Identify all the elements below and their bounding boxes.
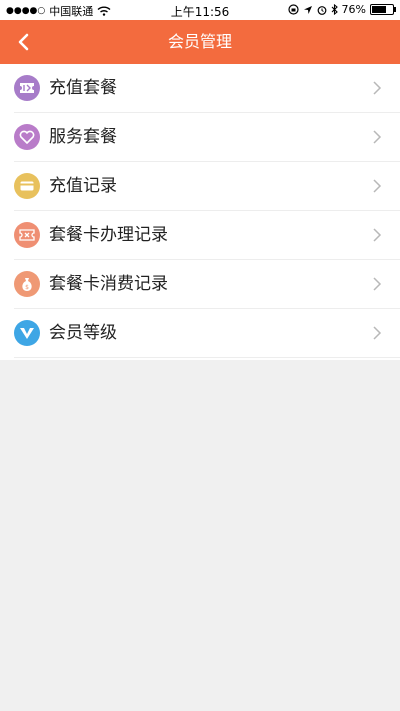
menu-item-label: 充值套餐 bbox=[49, 78, 117, 98]
menu-item-service-package[interactable]: 服务套餐 bbox=[14, 113, 400, 162]
location-icon bbox=[303, 5, 312, 14]
menu-item-recharge-package[interactable]: 充值套餐 bbox=[14, 64, 400, 113]
menu-item-label: 套餐卡消费记录 bbox=[49, 274, 168, 294]
back-button[interactable] bbox=[12, 30, 36, 54]
menu-item-member-level[interactable]: 会员等级 bbox=[14, 309, 400, 358]
vip-icon bbox=[14, 320, 40, 346]
battery-icon bbox=[370, 4, 396, 15]
menu-item-card-application-records[interactable]: 套餐卡办理记录 bbox=[14, 211, 400, 260]
card-icon bbox=[14, 173, 40, 199]
menu-item-label: 会员等级 bbox=[49, 323, 117, 343]
menu-item-card-consumption-records[interactable]: $ 套餐卡消费记录 bbox=[14, 260, 400, 309]
menu-item-label: 套餐卡办理记录 bbox=[49, 225, 168, 245]
orientation-lock-icon bbox=[287, 4, 299, 15]
alarm-icon bbox=[317, 5, 326, 15]
status-right: 76% bbox=[287, 3, 396, 16]
page-title: 会员管理 bbox=[167, 32, 232, 51]
heart-icon bbox=[14, 124, 40, 150]
ticket-icon bbox=[14, 75, 40, 101]
chevron-right-icon bbox=[373, 81, 382, 95]
status-bar: ●●●●○ 中国联通 上午11:56 76% bbox=[0, 0, 400, 20]
chevron-right-icon bbox=[373, 179, 382, 193]
chevron-right-icon bbox=[373, 277, 382, 291]
menu-item-recharge-records[interactable]: 充值记录 bbox=[14, 162, 400, 211]
nav-bar: 会员管理 bbox=[0, 20, 400, 64]
bluetooth-icon bbox=[331, 4, 338, 15]
svg-text:$: $ bbox=[25, 284, 29, 291]
chevron-right-icon bbox=[373, 326, 382, 340]
battery-percent: 76% bbox=[341, 3, 366, 16]
menu-item-label: 充值记录 bbox=[49, 176, 117, 196]
chevron-left-icon bbox=[18, 33, 29, 51]
menu-item-label: 服务套餐 bbox=[49, 127, 117, 147]
chevron-right-icon bbox=[373, 130, 382, 144]
money-bag-icon: $ bbox=[14, 271, 40, 297]
menu-list: 充值套餐 服务套餐 充值记录 套餐卡办理记录 $ 套餐卡消费记录 会员等级 bbox=[0, 64, 400, 360]
coupon-icon bbox=[14, 222, 40, 248]
chevron-right-icon bbox=[373, 228, 382, 242]
